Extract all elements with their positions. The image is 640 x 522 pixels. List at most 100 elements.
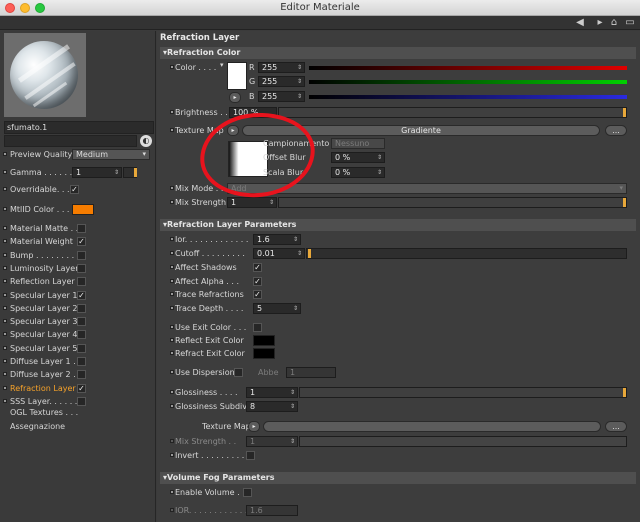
channel-item[interactable]: Specular Layer 4 [0, 328, 156, 341]
channel-checkbox[interactable]: ✓ [77, 290, 86, 300]
keyframe-dot-icon[interactable] [3, 226, 7, 230]
keyframe-dot-icon[interactable] [3, 385, 7, 390]
spinner-icon[interactable]: ⇕ [377, 168, 382, 177]
volume-fog-header[interactable]: ▾Volume Fog Parameters [160, 472, 636, 484]
glossiness-input[interactable]: 1 ⇕ [246, 387, 298, 398]
r-input[interactable]: 255 ⇕ [258, 62, 305, 73]
brightness-slider[interactable] [278, 107, 627, 118]
mtlid-color-swatch[interactable] [72, 204, 94, 215]
keyframe-dot-icon[interactable] [3, 292, 7, 297]
keyframe-dot-icon[interactable] [3, 398, 7, 403]
keyframe-dot-icon[interactable] [3, 372, 7, 377]
spinner-icon[interactable]: ⇕ [297, 249, 302, 258]
keyframe-dot-icon[interactable] [170, 65, 174, 69]
volume-ior-input[interactable]: 1.6 [246, 505, 298, 516]
refract-exit-color-swatch[interactable] [253, 348, 275, 359]
new-window-icon[interactable]: ▭ [624, 17, 636, 29]
spinner-icon[interactable]: ⇕ [293, 304, 298, 313]
offset-blur-input[interactable]: 0 % ⇕ [331, 152, 385, 163]
keyframe-dot-icon[interactable] [170, 306, 174, 310]
invert-checkbox[interactable] [246, 451, 255, 460]
spinner-icon[interactable]: ⇕ [290, 388, 295, 397]
cutoff-slider-knob[interactable] [308, 249, 311, 258]
channel-checkbox[interactable] [77, 250, 86, 260]
channel-item[interactable]: Specular Layer 5 [0, 342, 156, 355]
b-input[interactable]: 255 ⇕ [258, 91, 305, 102]
keyframe-dot-icon[interactable] [3, 252, 7, 257]
channel-checkbox[interactable]: ✓ [77, 383, 86, 393]
glossiness-subdivs-input[interactable]: 8 ⇕ [246, 401, 298, 412]
keyframe-dot-icon[interactable] [170, 128, 174, 132]
trace-depth-input[interactable]: 5 ⇕ [253, 303, 301, 314]
keyframe-dot-icon[interactable] [3, 279, 7, 284]
mix-strength-slider[interactable] [278, 197, 627, 208]
glossiness-slider[interactable] [299, 387, 627, 398]
cutoff-slider[interactable] [306, 248, 627, 259]
refraction-color-header[interactable]: ▾Refraction Color [160, 47, 636, 59]
keyframe-dot-icon[interactable] [3, 305, 7, 310]
brightness-slider-knob[interactable] [623, 108, 626, 117]
gamma-slider[interactable] [123, 167, 137, 178]
keyframe-dot-icon[interactable] [3, 207, 7, 211]
keyframe-dot-icon[interactable] [170, 404, 174, 408]
keyframe-dot-icon[interactable] [170, 370, 174, 374]
keyframe-dot-icon[interactable] [3, 187, 7, 191]
keyframe-dot-icon[interactable] [3, 239, 7, 244]
keyframe-dot-icon[interactable] [3, 265, 7, 270]
mix-strength-input[interactable]: 1 ⇕ [227, 197, 277, 208]
mix-strength-2-input[interactable]: 1 ⇕ [246, 436, 298, 447]
assegnazione-item[interactable]: Assegnazione [0, 420, 156, 433]
material-picker-icon[interactable]: ◐ [140, 135, 152, 147]
keyframe-dot-icon[interactable] [170, 110, 174, 114]
material-preview[interactable] [4, 33, 86, 117]
channel-item[interactable]: Specular Layer 3 [0, 315, 156, 328]
gamma-input[interactable]: 1 ⇕ [72, 167, 122, 178]
keyframe-dot-icon[interactable] [170, 439, 174, 443]
g-input[interactable]: 255 ⇕ [258, 76, 305, 87]
gamma-slider-knob[interactable] [134, 168, 137, 177]
campionamento-select[interactable]: Nessuno [331, 138, 385, 149]
keyframe-dot-icon[interactable] [170, 390, 174, 394]
spinner-icon[interactable]: ⇕ [377, 153, 382, 162]
forward-arrow-icon[interactable]: ▸ [594, 17, 606, 29]
texture-more-2-button[interactable]: ... [605, 421, 627, 432]
keyframe-dot-icon[interactable] [170, 251, 174, 255]
spinner-icon[interactable]: ⇕ [297, 77, 302, 86]
keyframe-dot-icon[interactable] [170, 351, 174, 355]
keyframe-dot-icon[interactable] [170, 200, 174, 204]
keyframe-dot-icon[interactable] [170, 279, 174, 283]
color-menu-arrow-icon[interactable]: ▾ [220, 61, 224, 69]
lock-icon[interactable]: ⌂ [608, 17, 620, 29]
channel-checkbox[interactable] [77, 263, 86, 273]
channel-checkbox[interactable] [77, 277, 86, 287]
channel-checkbox[interactable] [77, 343, 86, 353]
spinner-icon[interactable]: ⇕ [114, 168, 119, 177]
preview-quality-select[interactable]: Medium ▾ [72, 149, 150, 160]
channel-item[interactable]: Diffuse Layer 2 . . [0, 368, 156, 381]
keyframe-dot-icon[interactable] [3, 332, 7, 337]
r-slider[interactable] [309, 66, 627, 70]
mix-strength-slider-knob[interactable] [623, 198, 626, 207]
channel-checkbox[interactable] [77, 303, 86, 313]
material-search-field[interactable] [4, 135, 137, 147]
back-arrow-icon[interactable]: ◀ [574, 17, 586, 29]
channel-item[interactable]: Material Weight ✓ [0, 235, 156, 248]
texture-slot-2-button[interactable] [263, 421, 601, 432]
enable-volume-checkbox[interactable] [243, 488, 252, 497]
channel-item[interactable]: Bump . . . . . . . . . . [0, 249, 156, 262]
keyframe-dot-icon[interactable] [3, 170, 7, 174]
overridable-checkbox[interactable]: ✓ [70, 185, 79, 194]
cutoff-input[interactable]: 0.01 ⇕ [253, 248, 305, 259]
keyframe-dot-icon[interactable] [170, 453, 174, 457]
spinner-icon[interactable]: ⇕ [293, 235, 298, 244]
channel-item[interactable]: Specular Layer 1 ✓ [0, 289, 156, 302]
channel-checkbox[interactable]: ✓ [77, 237, 86, 247]
trace-refractions-checkbox[interactable]: ✓ [253, 290, 262, 299]
spinner-icon[interactable]: ⇕ [269, 198, 274, 207]
channel-item[interactable]: Specular Layer 2 [0, 302, 156, 315]
ogl-textures-item[interactable]: OGL Textures . . . [0, 406, 156, 419]
channel-checkbox[interactable] [77, 224, 86, 233]
channel-checkbox[interactable] [77, 317, 86, 327]
channel-item[interactable]: Luminosity Layer [0, 262, 156, 275]
keyframe-dot-icon[interactable] [3, 319, 7, 324]
